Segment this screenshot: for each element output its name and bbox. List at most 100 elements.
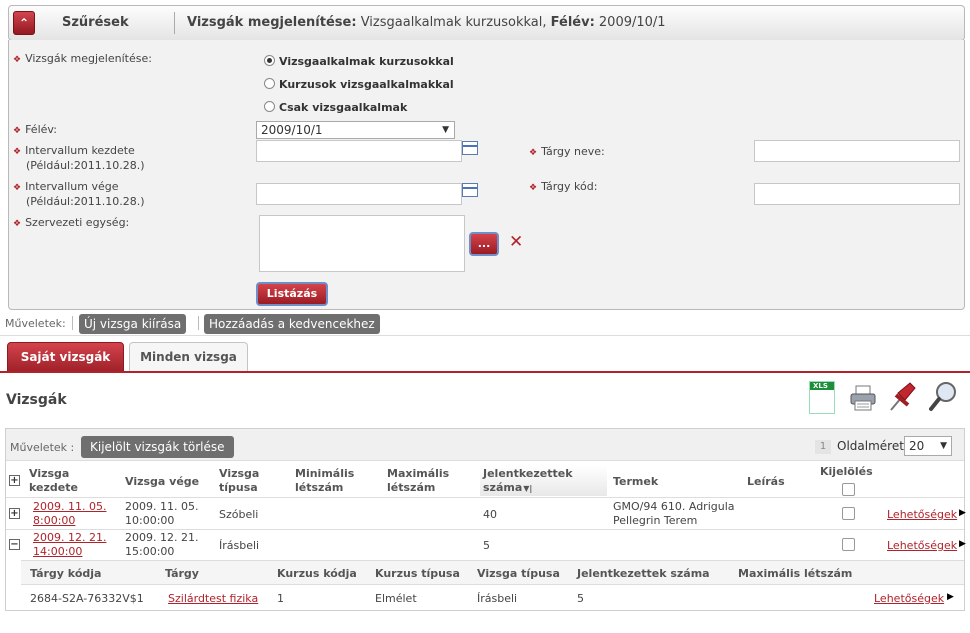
- subrow-course-type: Elmélet: [375, 592, 417, 605]
- col-max-headcount[interactable]: Maximális létszám: [387, 467, 449, 495]
- col-exam-start[interactable]: Vizsga kezdete: [29, 467, 78, 495]
- pin-icon[interactable]: [888, 379, 918, 413]
- semester-select[interactable]: 2009/10/1 ▼: [256, 121, 455, 139]
- tab-all-exams[interactable]: Minden vizsga: [129, 342, 248, 372]
- filter-panel: ❖ Vizsgák megjelenítése: Vizsgaalkalmak k…: [8, 40, 965, 310]
- subrow-course-code: 1: [277, 592, 284, 605]
- subject-code-input[interactable]: [754, 183, 960, 205]
- org-unit-browse-button[interactable]: ...: [469, 232, 499, 256]
- table-row-registered: 40: [483, 508, 497, 521]
- col-exam-type[interactable]: Vizsga típusa: [219, 467, 259, 495]
- radio-courses-with-exams[interactable]: Vizsgaalkalmak kurzusokkal: [264, 55, 454, 68]
- subject-name-label: ❖ Tárgy neve:: [529, 145, 605, 158]
- page-size-select[interactable]: 20 ▼: [904, 436, 952, 456]
- radio-exams-with-courses[interactable]: Kurzusok vizsgaalkalmakkal: [264, 78, 454, 91]
- row-options-link[interactable]: Lehetőségek: [887, 539, 957, 553]
- table-row-start[interactable]: 2009. 12. 21. 14:00:00: [33, 531, 106, 559]
- col-rooms[interactable]: Termek: [613, 475, 658, 489]
- org-unit-textarea[interactable]: [259, 215, 465, 272]
- subcol-course-type[interactable]: Kurzus típusa: [375, 567, 460, 581]
- delete-selected-button[interactable]: Kijelölt vizsgák törlése: [81, 436, 234, 458]
- exams-grid: Műveletek : Kijelölt vizsgák törlése 1 O…: [5, 428, 966, 611]
- summary-value-display: Vizsgaalkalmak kurzusokkal,: [356, 15, 551, 30]
- list-button[interactable]: Listázás: [256, 282, 328, 306]
- expand-all-icon[interactable]: +: [9, 475, 20, 486]
- row-checkbox[interactable]: [842, 507, 855, 520]
- subrow-options-link[interactable]: Lehetőségek: [874, 592, 944, 606]
- dropdown-arrow-icon: ▼: [940, 441, 947, 451]
- filter-title: Szűrések: [62, 15, 129, 30]
- subcol-course-code[interactable]: Kurzus kódja: [277, 567, 357, 581]
- interval-start-input[interactable]: [256, 140, 462, 162]
- table-row-rooms: GMO/94 610. Adrigula Pellegrin Terem: [613, 500, 735, 527]
- subcol-exam-type[interactable]: Vizsga típusa: [477, 567, 560, 581]
- summary-label-display: Vizsgák megjelenítése:: [187, 15, 357, 30]
- table-row-type: Írásbeli: [219, 539, 260, 552]
- semester-label: ❖ Félév:: [13, 123, 58, 136]
- radio-icon[interactable]: [264, 78, 275, 89]
- clear-icon[interactable]: ✕: [509, 233, 523, 251]
- search-icon[interactable]: [928, 380, 958, 414]
- excel-export-icon[interactable]: XLS: [809, 381, 835, 414]
- summary-value-semester: 2009/10/1: [594, 15, 666, 30]
- subcol-subject[interactable]: Tárgy: [165, 567, 199, 581]
- course-subtable: Tárgy kódja Tárgy Kurzus kódja Kurzus tí…: [21, 560, 964, 610]
- divider: [6, 497, 964, 498]
- filter-summary: Vizsgák megjelenítése: Vizsgaalkalmak ku…: [187, 15, 666, 30]
- col-min-headcount[interactable]: Minimális létszám: [295, 467, 354, 495]
- radio-exams-only[interactable]: Csak vizsgaalkalmak: [264, 101, 407, 114]
- interval-end-input[interactable]: [256, 183, 462, 205]
- subrow-subject-code: 2684-S2A-76332V$1: [30, 592, 144, 605]
- interval-end-label: ❖ Intervallum vége (Például:2011.10.28.): [13, 180, 145, 208]
- divider: [0, 335, 970, 336]
- filter-header: ⌃ Szűrések Vizsgák megjelenítése: Vizsga…: [8, 5, 965, 41]
- subcol-subject-code[interactable]: Tárgy kódja: [30, 567, 101, 581]
- divider: [6, 529, 964, 530]
- subrow-subject-link[interactable]: Szilárdtest fizika: [168, 592, 258, 606]
- grid-operations-label: Műveletek :: [10, 441, 75, 454]
- row-checkbox[interactable]: [842, 538, 855, 551]
- header-separator: [174, 12, 175, 34]
- select-all-checkbox[interactable]: [842, 483, 855, 496]
- subrow-exam-type: Írásbeli: [477, 592, 518, 605]
- divider: [198, 316, 199, 330]
- summary-label-semester: Félév:: [550, 15, 595, 30]
- org-unit-label: ❖ Szervezeti egység:: [13, 216, 130, 229]
- print-icon[interactable]: [849, 384, 877, 412]
- subject-name-input[interactable]: [754, 140, 960, 162]
- calendar-icon[interactable]: [462, 183, 478, 197]
- new-exam-button[interactable]: Új vizsga kiírása: [79, 314, 187, 334]
- row-options-link[interactable]: Lehetőségek: [887, 508, 957, 522]
- radio-selected-icon[interactable]: [264, 55, 275, 66]
- subcol-registered[interactable]: Jelentkezettek száma: [577, 567, 710, 581]
- page-number[interactable]: 1: [815, 440, 831, 454]
- operations-label: Műveletek:: [5, 317, 66, 330]
- arrow-right-icon: ▶: [959, 508, 966, 518]
- arrow-right-icon: ▶: [947, 592, 954, 602]
- dropdown-arrow-icon: ▼: [442, 125, 449, 135]
- table-row-start[interactable]: 2009. 11. 05. 8:00:00: [33, 500, 106, 528]
- section-title: Vizsgák: [6, 392, 67, 408]
- tab-own-exams[interactable]: Saját vizsgák: [7, 342, 124, 372]
- page-size-label: Oldalméret: [837, 439, 904, 453]
- col-registered[interactable]: Jelentkezettek száma▼|: [483, 467, 573, 496]
- calendar-icon[interactable]: [462, 141, 478, 155]
- expand-row-icon[interactable]: +: [9, 508, 20, 519]
- radio-icon[interactable]: [264, 101, 275, 112]
- collapse-row-icon[interactable]: −: [9, 539, 20, 550]
- table-row-type: Szóbeli: [219, 508, 259, 521]
- collapse-icon[interactable]: ⌃: [13, 11, 35, 35]
- sort-desc-icon: ▼|: [523, 484, 533, 493]
- subcol-max-headcount[interactable]: Maximális létszám: [738, 567, 852, 581]
- table-row-registered: 5: [483, 539, 490, 552]
- col-select: Kijelölés: [820, 465, 873, 478]
- add-favorites-button[interactable]: Hozzáadás a kedvencekhez: [204, 314, 380, 334]
- subrow-registered: 5: [577, 592, 584, 605]
- tab-underline: [0, 371, 970, 373]
- arrow-right-icon: ▶: [959, 539, 966, 549]
- table-row-end: 2009. 12. 21. 15:00:00: [125, 531, 199, 558]
- display-mode-label: ❖ Vizsgák megjelenítése:: [13, 52, 152, 65]
- subject-code-label: ❖ Tárgy kód:: [529, 180, 598, 193]
- col-exam-end[interactable]: Vizsga vége: [125, 475, 199, 489]
- col-description[interactable]: Leírás: [747, 475, 785, 489]
